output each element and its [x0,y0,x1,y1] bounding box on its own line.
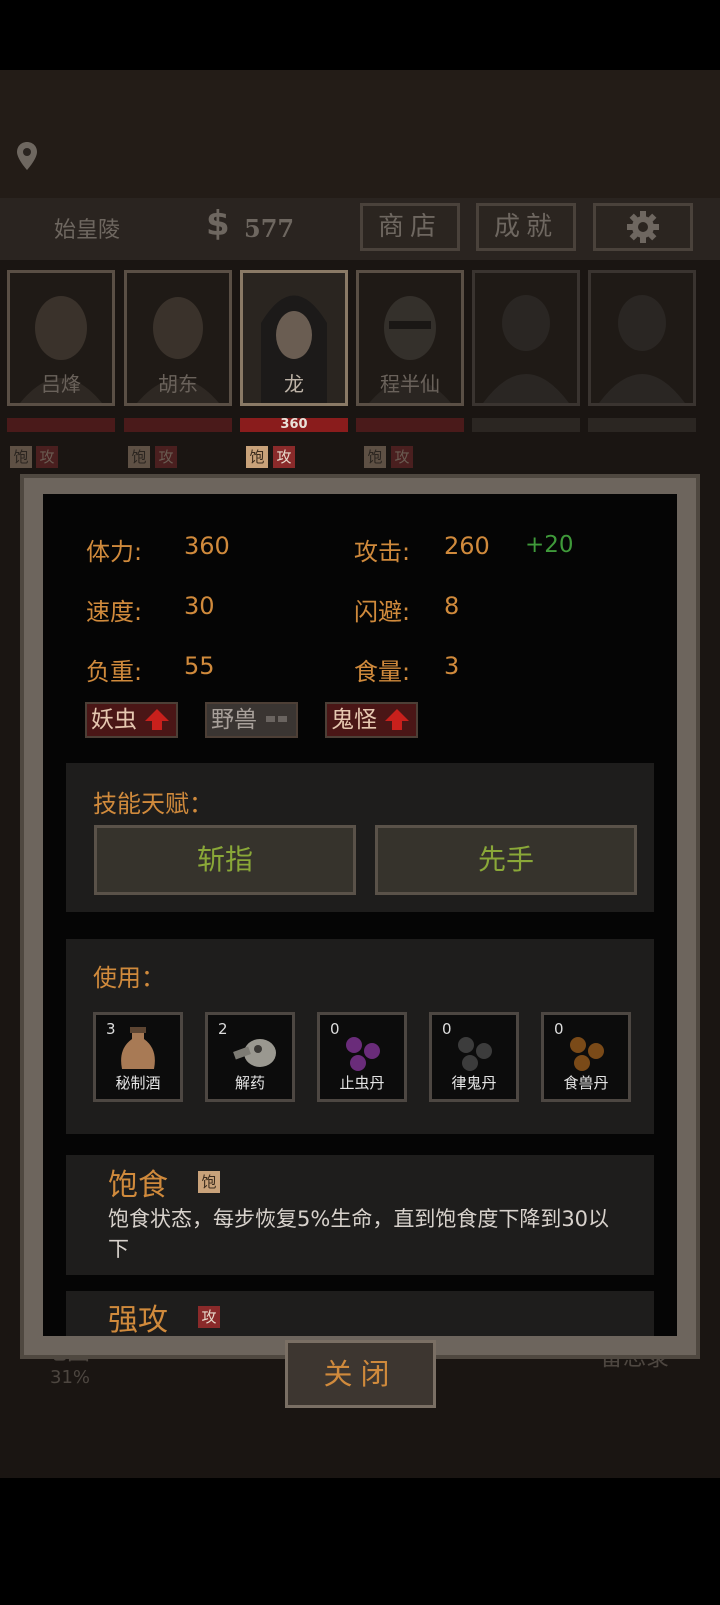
attack-status-tag: 攻 [391,446,413,468]
item-slot[interactable]: 2 解药 [205,1012,295,1102]
dodge-label: 闪避: [354,598,411,626]
item-slot[interactable]: 0 食兽丹 [541,1012,631,1102]
enemy-tag-label: 妖虫 [91,707,137,733]
party-member-1[interactable]: 吕烽 [7,270,115,406]
enemy-tag-ghost: 鬼怪 [325,702,418,738]
settings-button[interactable] [593,203,693,251]
item-slot[interactable]: 0 律鬼丹 [429,1012,519,1102]
attack-status-tag: 攻 [36,446,58,468]
bottom-bar [0,1478,720,1605]
party-member-name: 胡东 [158,372,198,396]
item-slot[interactable]: 3 秘制酒 [93,1012,183,1102]
full-status-tag: 饱 [198,1171,220,1193]
attack-bonus: +20 [525,532,574,558]
effect-title: 饱食 [108,1168,168,1203]
load-value: 55 [184,652,215,680]
hp-bar [472,418,580,432]
party-member-name: 龙 [284,372,304,396]
enemy-tag-label: 鬼怪 [331,707,377,733]
gear-icon [627,211,659,243]
skills-title: 技能天赋： [93,790,213,818]
dodge-value: 8 [444,592,460,620]
skill-button-1[interactable]: 斩指 [94,825,356,895]
neutral-icon [266,716,288,722]
silhouette-icon [599,295,685,403]
arrow-up-icon [385,709,410,730]
party-member-name: 吕烽 [41,372,81,396]
party-slot-empty[interactable] [472,270,580,406]
hp-bar: 360 [240,418,348,432]
full-status-tag: 饱 [10,446,32,468]
attack-label: 攻击: [354,538,411,566]
attack-value: 260 [444,532,490,560]
status-bar [0,0,720,70]
speed-value: 30 [184,592,215,620]
party-member-3[interactable]: 龙 [240,270,348,406]
enemy-tag-label: 野兽 [211,707,257,733]
hp-bar [7,418,115,432]
enemy-tag-insect: 妖虫 [85,702,178,738]
party-member-2[interactable]: 胡东 [124,270,232,406]
full-status-tag: 饱 [128,446,150,468]
hp-bar [124,418,232,432]
full-status-tag: 饱 [364,446,386,468]
money-amount: 577 [244,214,295,243]
hp-bar [356,418,464,432]
effect-description: 饱食状态，每步恢复5%生命，直到饱食度下降到30以下 [108,1207,610,1261]
party-slot-empty[interactable] [588,270,696,406]
close-button[interactable]: 关闭 [285,1340,436,1408]
top-band [0,70,720,198]
item-name: 食兽丹 [563,1074,609,1092]
attack-status-tag: 攻 [273,446,295,468]
achievements-button[interactable]: 成就 [476,203,576,251]
food-value: 3 [444,652,460,680]
food-label: 食量: [354,658,411,686]
item-name: 解药 [234,1074,265,1092]
effect-title: 强攻 [108,1303,168,1338]
stamina-value: 360 [184,532,230,560]
load-label: 负重: [86,658,143,686]
stamina-label: 体力: [86,538,143,566]
arrow-up-icon [145,709,170,730]
full-status-tag: 饱 [246,446,268,468]
use-title: 使用： [93,964,165,992]
item-name: 秘制酒 [115,1074,161,1092]
item-slot[interactable]: 0 止虫丹 [317,1012,407,1102]
money-icon: $ [206,204,230,244]
hp-bar [588,418,696,432]
enemy-tag-beast: 野兽 [205,702,298,738]
speed-label: 速度: [86,598,143,626]
attack-status-tag: 攻 [155,446,177,468]
party-member-name: 程半仙 [380,372,440,396]
silhouette-icon [483,295,569,403]
item-name: 律鬼丹 [451,1074,497,1092]
location-name: 始皇陵 [54,218,121,243]
skill-button-2[interactable]: 先手 [375,825,637,895]
party-member-4[interactable]: 程半仙 [356,270,464,406]
item-name: 止虫丹 [339,1074,385,1092]
shop-button[interactable]: 商店 [360,203,460,251]
map-progress: 31% [50,1367,91,1388]
attack-status-tag: 攻 [198,1306,220,1328]
map-pin-icon [17,142,37,170]
